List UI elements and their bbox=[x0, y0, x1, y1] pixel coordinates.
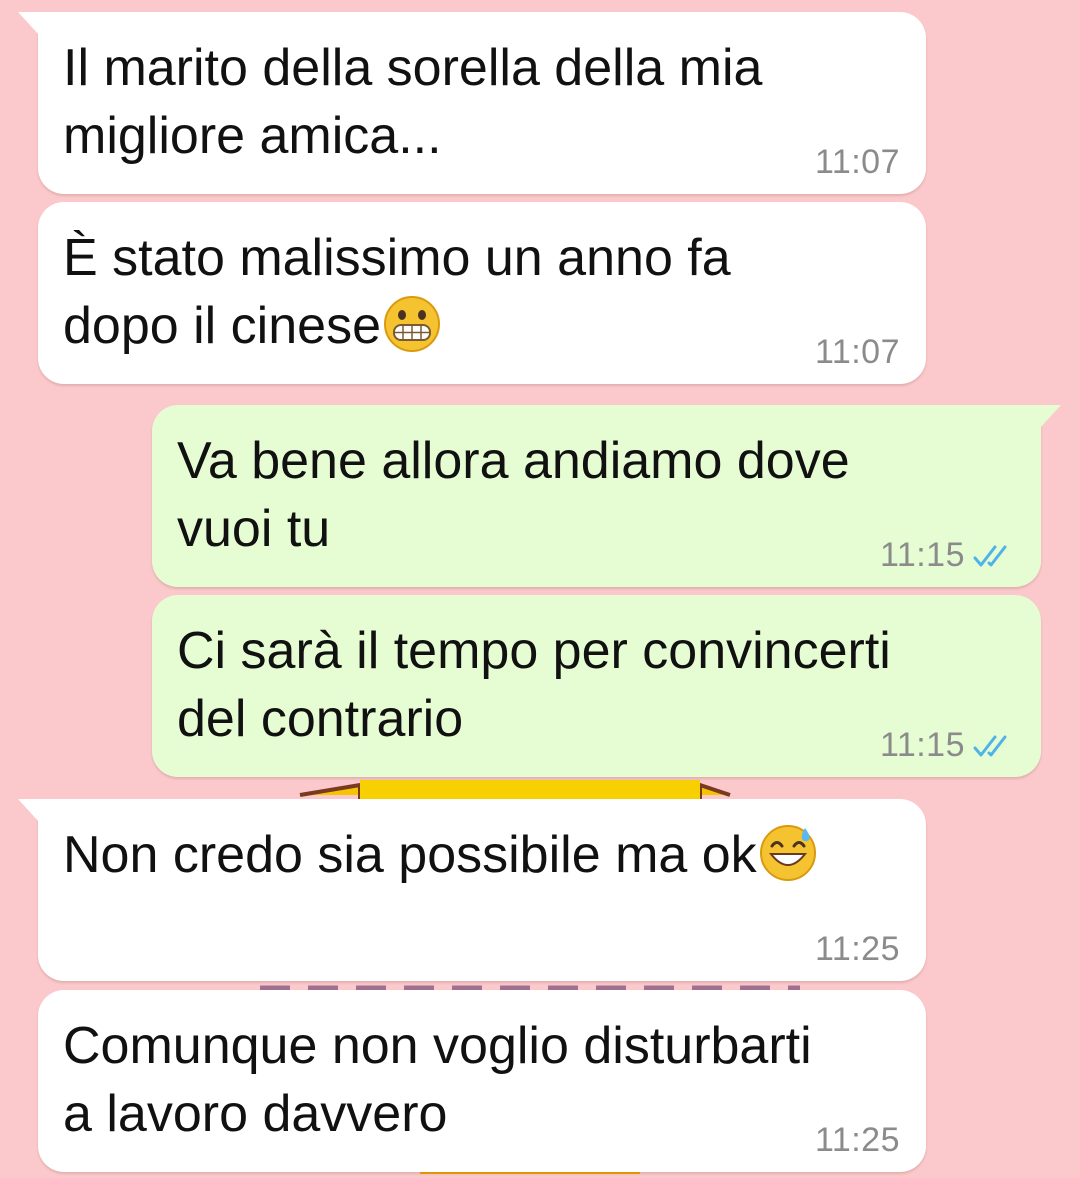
bubble-tail bbox=[18, 799, 40, 823]
message-time: 11:07 bbox=[814, 143, 900, 181]
message-text: Il marito della sorella della mia miglio… bbox=[63, 39, 763, 165]
message-bubble-incoming[interactable]: Il marito della sorella della mia miglio… bbox=[18, 12, 926, 194]
bubble-tail bbox=[1039, 405, 1061, 429]
double-check-icon bbox=[973, 545, 1007, 566]
message-time: 11:15 bbox=[879, 536, 965, 574]
double-check-icon bbox=[973, 735, 1007, 756]
message-text: Comunque non voglio disturbarti a lavoro… bbox=[63, 1017, 812, 1143]
message-text-content: Non credo sia possibile ma ok bbox=[63, 826, 757, 884]
grimacing-face-icon bbox=[384, 296, 440, 352]
message-meta: 11:07 bbox=[815, 143, 900, 182]
message-bubble-outgoing[interactable]: Va bene allora andiamo dove vuoi tu 11:1… bbox=[152, 405, 1061, 587]
message-meta: 11:15 bbox=[880, 536, 1015, 575]
message-meta: 11:25 bbox=[815, 1121, 900, 1160]
message-text: È stato malissimo un anno fa dopo il cin… bbox=[63, 224, 906, 360]
message-bubble-outgoing[interactable]: Ci sarà il tempo per convincerti del con… bbox=[152, 595, 1041, 777]
message-time: 11:15 bbox=[879, 726, 965, 764]
message-bubble-incoming[interactable]: Non credo sia possibile ma ok 11:25 bbox=[18, 799, 926, 981]
message-bubble-incoming[interactable]: Comunque non voglio disturbarti a lavoro… bbox=[38, 990, 926, 1172]
message-meta: 11:07 bbox=[815, 333, 900, 372]
bubble-tail bbox=[18, 12, 40, 36]
message-text: Non credo sia possibile ma ok bbox=[63, 821, 906, 889]
message-time: 11:25 bbox=[814, 930, 900, 968]
message-bubble-incoming[interactable]: È stato malissimo un anno fa dopo il cin… bbox=[38, 202, 926, 384]
message-meta: 11:15 bbox=[880, 726, 1015, 765]
grinning-face-with-sweat-icon bbox=[759, 825, 816, 881]
message-time: 11:25 bbox=[814, 1121, 900, 1159]
message-meta: 11:25 bbox=[815, 930, 900, 969]
message-time: 11:07 bbox=[814, 333, 900, 371]
